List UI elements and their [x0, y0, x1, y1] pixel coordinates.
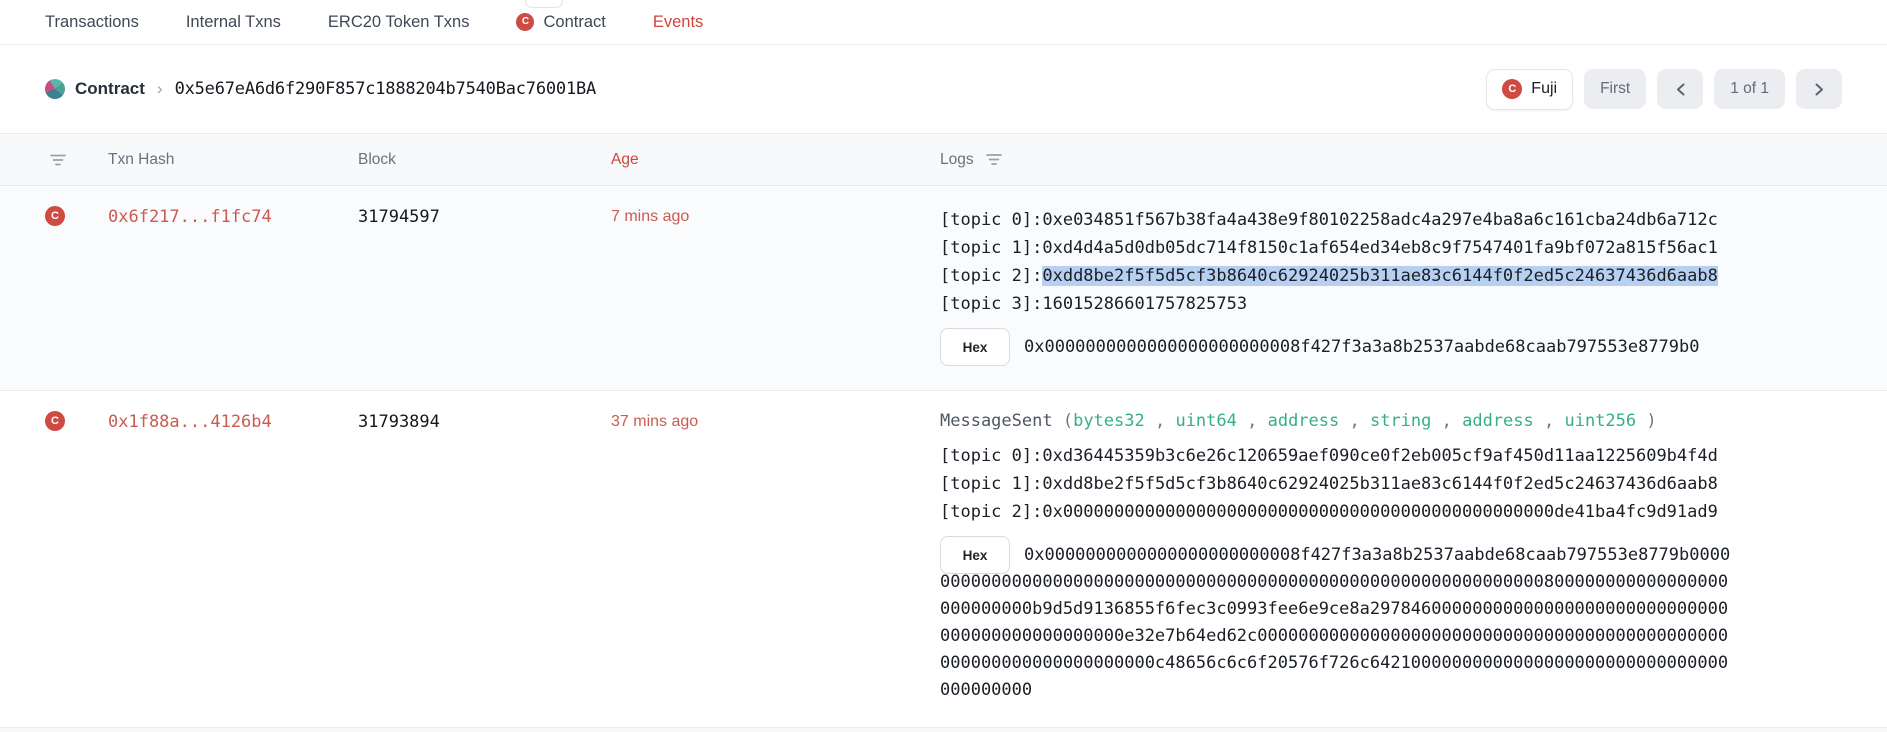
c-badge-letter: C [51, 211, 59, 222]
logs-cell: MessageSent (bytes32 , uint64 , address … [940, 411, 1733, 704]
topic-label: [topic 2]: [940, 266, 1042, 286]
block-number: 31793894 [358, 412, 440, 432]
topic-value: 0xdd8be2f5f5d5cf3b8640c62924025b311ae83c… [1042, 266, 1718, 286]
hex-data-block: Hex0x0000000000000000000000008f427f3a3a8… [940, 542, 1733, 704]
param-separator: , [1237, 411, 1268, 431]
network-badge-fuji[interactable]: C Fuji [1486, 69, 1573, 110]
contract-identicon [45, 79, 65, 99]
tab-label: ERC20 Token Txns [328, 13, 470, 32]
txn-hash-link[interactable]: 0x6f217...f1fc74 [108, 207, 272, 227]
event-param-type: uint256 [1564, 411, 1636, 431]
pagination-page-indicator: 1 of 1 [1714, 69, 1785, 109]
event-param-type: uint64 [1175, 411, 1236, 431]
column-header-logs-label: Logs [940, 151, 974, 169]
open-paren: ( [1053, 411, 1073, 431]
topic-line: [topic 3]:16015286601757825753 [940, 290, 1733, 318]
logs-cell: [topic 0]:0xe034851f567b38fa4a438e9f8010… [940, 206, 1733, 361]
topic-line: [topic 0]:0xe034851f567b38fa4a438e9f8010… [940, 206, 1733, 234]
pagination-next-button[interactable] [1796, 69, 1842, 109]
page-header: Contract › 0x5e67eA6d6f290F857c1888204b7… [0, 45, 1887, 134]
events-table-body: C 0x6f217...f1fc74 31794597 7 mins ago [topi… [0, 186, 1887, 728]
event-param-type: string [1370, 411, 1431, 431]
txn-hash-link[interactable]: 0x1f88a...4126b4 [108, 412, 272, 432]
event-param-type: address [1462, 411, 1534, 431]
events-table: Txn Hash Block Age Logs C 0x6f217...f1fc7… [0, 134, 1887, 732]
tab-events[interactable]: Events [653, 13, 703, 32]
c-chain-icon: C [45, 411, 65, 431]
param-separator: , [1339, 411, 1370, 431]
topics-list: [topic 0]:0xe034851f567b38fa4a438e9f8010… [940, 206, 1733, 318]
topic-label: [topic 1]: [940, 238, 1042, 258]
table-row: C 0x6f217...f1fc74 31794597 7 mins ago [topi… [0, 186, 1887, 391]
hex-data-value: 0x0000000000000000000000008f427f3a3a8b25… [940, 334, 1733, 361]
close-paren: ) [1636, 411, 1656, 431]
tabs-bar: Transactions Internal Txns ERC20 Token T… [0, 0, 1887, 45]
column-header-logs: Logs [940, 151, 1002, 169]
breadcrumb-section: Contract [75, 79, 145, 99]
topic-label: [topic 2]: [940, 502, 1042, 522]
tab-contract[interactable]: C Contract [516, 13, 605, 32]
event-signature: MessageSent (bytes32 , uint64 , address … [940, 411, 1733, 431]
topic-line: [topic 2]:0xdd8be2f5f5d5cf3b8640c6292402… [940, 262, 1733, 290]
table-row: C 0x1f88a...4126b4 31793894 37 mins ago Mess… [0, 391, 1887, 728]
column-header-age[interactable]: Age [611, 151, 639, 169]
filter-lines-icon[interactable] [986, 153, 1002, 166]
age-value: 7 mins ago [611, 208, 689, 226]
event-param-type: bytes32 [1073, 411, 1145, 431]
tab-label: Events [653, 13, 703, 32]
breadcrumb: Contract › 0x5e67eA6d6f290F857c1888204b7… [45, 79, 596, 99]
topic-value: 16015286601757825753 [1042, 294, 1247, 314]
c-chain-icon: C [1502, 79, 1522, 99]
tab-label: Transactions [45, 13, 139, 32]
param-separator: , [1431, 411, 1462, 431]
topic-value: 0xe034851f567b38fa4a438e9f80102258adc4a2… [1042, 210, 1718, 230]
topic-line: [topic 0]:0xd36445359b3c6e26c120659aef09… [940, 442, 1733, 470]
tab-label: Internal Txns [186, 13, 281, 32]
events-table-header: Txn Hash Block Age Logs [0, 134, 1887, 186]
event-name: MessageSent [940, 411, 1053, 431]
column-header-txn-hash: Txn Hash [108, 151, 174, 169]
tab-label: Contract [543, 13, 605, 32]
network-badge-label: Fuji [1531, 80, 1557, 98]
age-value: 37 mins ago [611, 413, 698, 431]
popover-remnant [525, 0, 563, 8]
pagination-prev-button[interactable] [1657, 69, 1703, 109]
column-header-block: Block [358, 151, 396, 169]
chevron-left-icon [1675, 82, 1686, 97]
c-chain-icon: C [516, 13, 534, 31]
contract-address: 0x5e67eA6d6f290F857c1888204b7540Bac76001… [175, 79, 596, 99]
param-separator: , [1145, 411, 1176, 431]
hex-toggle-button[interactable]: Hex [940, 328, 1010, 366]
hex-data-block: Hex0x0000000000000000000000008f427f3a3a8… [940, 334, 1733, 361]
tab-internal-txns[interactable]: Internal Txns [186, 13, 281, 32]
topic-label: [topic 0]: [940, 446, 1042, 466]
next-row-edge [0, 728, 1887, 732]
pagination-first-button[interactable]: First [1584, 69, 1646, 109]
topic-line: [topic 1]:0xdd8be2f5f5d5cf3b8640c6292402… [940, 470, 1733, 498]
topic-value: 0xd4d4a5d0db05dc714f8150c1af654ed34eb8c9… [1042, 238, 1718, 258]
topics-list: [topic 0]:0xd36445359b3c6e26c120659aef09… [940, 442, 1733, 526]
c-badge-letter: C [51, 416, 59, 427]
topic-value: 0xdd8be2f5f5d5cf3b8640c62924025b311ae83c… [1042, 474, 1718, 494]
topic-label: [topic 1]: [940, 474, 1042, 494]
topic-value: 0xd36445359b3c6e26c120659aef090ce0f2eb00… [1042, 446, 1718, 466]
filter-lines-icon[interactable] [50, 153, 66, 166]
pagination-controls: C Fuji First 1 of 1 [1486, 69, 1842, 110]
c-chain-icon: C [45, 206, 65, 226]
topic-value: 0x00000000000000000000000000000000000000… [1042, 502, 1718, 522]
hex-toggle-button[interactable]: Hex [940, 536, 1010, 574]
tab-transactions[interactable]: Transactions [45, 13, 139, 32]
hex-data-value: 0x0000000000000000000000008f427f3a3a8b25… [940, 542, 1733, 704]
breadcrumb-separator-icon: › [155, 79, 165, 99]
param-separator: , [1534, 411, 1565, 431]
event-param-type: address [1268, 411, 1340, 431]
topic-label: [topic 0]: [940, 210, 1042, 230]
block-number: 31794597 [358, 207, 440, 227]
topic-line: [topic 2]:0x0000000000000000000000000000… [940, 498, 1733, 526]
chevron-right-icon [1814, 82, 1825, 97]
topic-label: [topic 3]: [940, 294, 1042, 314]
topic-line: [topic 1]:0xd4d4a5d0db05dc714f8150c1af65… [940, 234, 1733, 262]
tab-erc20-token-txns[interactable]: ERC20 Token Txns [328, 13, 470, 32]
